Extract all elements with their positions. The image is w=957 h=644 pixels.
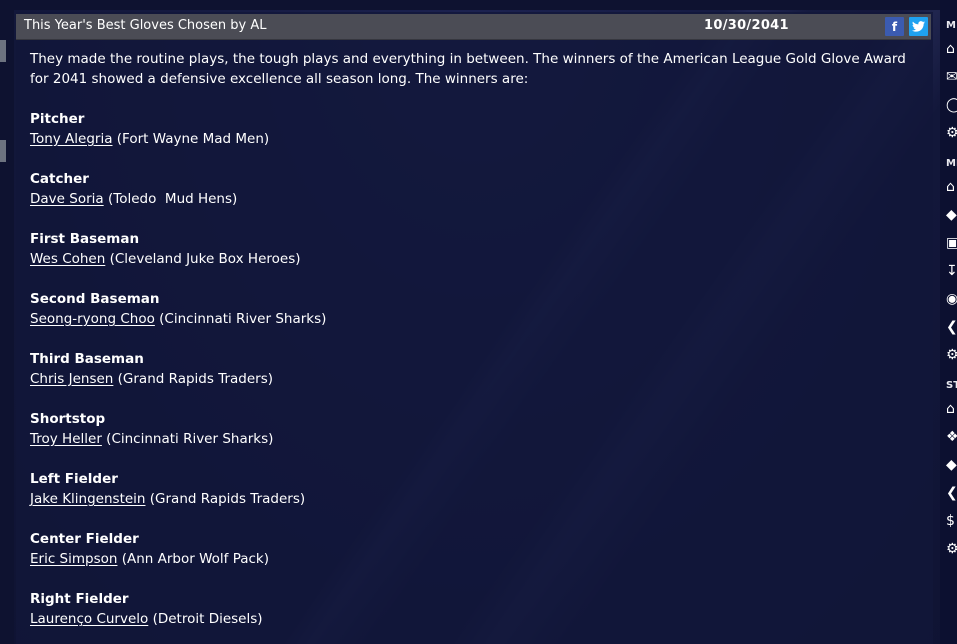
player-team: (Detroit Diesels) [152, 611, 263, 627]
ball-icon[interactable]: ◉ [946, 292, 957, 306]
home-icon[interactable]: ⌂ [946, 42, 957, 56]
award-entry: Shortstop Troy Heller (Cincinnati River … [30, 409, 273, 449]
player-team: (Toledo Mud Hens) [107, 191, 238, 207]
player-link[interactable]: Troy Heller [30, 431, 102, 447]
left-panel-edge [0, 0, 14, 644]
award-entry: Left Fielder Jake Klingenstein (Grand Ra… [30, 469, 305, 509]
article-date: 10/30/2041 [704, 18, 789, 33]
player-team: (Grand Rapids Traders) [149, 491, 306, 507]
article-intro: They made the routine plays, the tough p… [30, 51, 906, 87]
player-link[interactable]: Seong-ryong Choo [30, 311, 155, 327]
article-header: This Year's Best Gloves Chosen by AL 10/… [16, 14, 931, 40]
award-entry: First Baseman Wes Cohen (Cleveland Juke … [30, 229, 301, 269]
award-position: Left Fielder [30, 471, 118, 487]
award-entry: Catcher Dave Soria (Toledo Mud Hens) [30, 169, 237, 209]
stethoscope-icon[interactable]: ❖ [946, 430, 957, 444]
award-position: Shortstop [30, 411, 106, 427]
player-team: (Cincinnati River Sharks) [106, 431, 274, 447]
gear-icon[interactable]: ⚙ [946, 126, 957, 140]
award-position: Right Fielder [30, 591, 129, 607]
left-scroll-marker[interactable] [0, 140, 6, 162]
twitter-share-button[interactable] [909, 17, 928, 36]
home-icon[interactable]: ⌂ [946, 180, 957, 194]
award-position: Second Baseman [30, 291, 160, 307]
award-entry: Pitcher Tony Alegria (Fort Wayne Mad Men… [30, 109, 269, 149]
player-link[interactable]: Dave Soria [30, 191, 104, 207]
mail-icon[interactable]: ✉ [946, 70, 957, 84]
dollar-icon[interactable]: $ [946, 514, 957, 528]
award-entry: Center Fielder Eric Simpson (Ann Arbor W… [30, 529, 269, 569]
card-icon[interactable]: ▣ [946, 236, 957, 250]
tag-icon[interactable]: ◆ [946, 208, 957, 222]
news-article: This Year's Best Gloves Chosen by AL 10/… [16, 12, 933, 644]
gear-icon[interactable]: ⚙ [946, 348, 957, 362]
player-link[interactable]: Wes Cohen [30, 251, 105, 267]
tag-icon[interactable]: ◆ [946, 458, 957, 472]
award-position: Third Baseman [30, 351, 144, 367]
award-entry: Third Baseman Chris Jensen (Grand Rapids… [30, 349, 273, 389]
search-icon[interactable]: ◯ [946, 98, 957, 112]
download-icon[interactable]: ↧ [946, 264, 957, 278]
award-position: Catcher [30, 171, 89, 187]
left-scroll-marker[interactable] [0, 40, 6, 62]
right-sidebar: M ⌂ ✉ ◯ ⚙ MI ⌂ ◆ ▣ ↧ ◉ ❮ ⚙ ST ⌂ ❖ ◆ ❮ $ … [940, 0, 957, 644]
award-position: First Baseman [30, 231, 140, 247]
player-link[interactable]: Chris Jensen [30, 371, 113, 387]
award-position: Center Fielder [30, 531, 139, 547]
home-icon[interactable]: ⌂ [946, 402, 957, 416]
award-entry: Right Fielder Laurenço Curvelo (Detroit … [30, 589, 263, 629]
player-link[interactable]: Laurenço Curvelo [30, 611, 148, 627]
player-team: (Cincinnati River Sharks) [159, 311, 327, 327]
player-team: (Fort Wayne Mad Men) [116, 131, 270, 147]
player-team: (Cleveland Juke Box Heroes) [109, 251, 301, 267]
article-title: This Year's Best Gloves Chosen by AL [24, 18, 267, 33]
player-team: (Grand Rapids Traders) [117, 371, 274, 387]
share-icon[interactable]: ❮ [946, 486, 957, 500]
share-icon[interactable]: ❮ [946, 320, 957, 334]
sidebar-section-label: MI [946, 158, 957, 169]
top-strip [0, 0, 940, 10]
player-team: (Ann Arbor Wolf Pack) [121, 551, 270, 567]
sidebar-section-label: ST [946, 380, 957, 391]
gear-icon[interactable]: ⚙ [946, 542, 957, 556]
twitter-icon [912, 21, 925, 32]
facebook-share-button[interactable]: f [885, 17, 904, 36]
sidebar-section-label: M [946, 20, 956, 31]
award-entry: Second Baseman Seong-ryong Choo (Cincinn… [30, 289, 326, 329]
player-link[interactable]: Jake Klingenstein [30, 491, 145, 507]
player-link[interactable]: Tony Alegria [30, 131, 112, 147]
player-link[interactable]: Eric Simpson [30, 551, 117, 567]
award-position: Pitcher [30, 111, 85, 127]
facebook-icon: f [891, 19, 898, 34]
